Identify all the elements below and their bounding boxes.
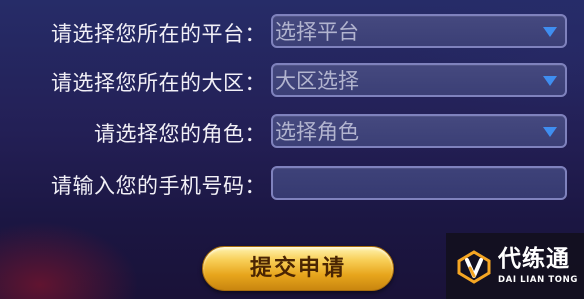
dropdown-arrow-icon[interactable] [543,127,557,137]
dropdown-arrow-icon[interactable] [543,27,557,37]
platform-row: 请选择您所在的平台： 选择平台 [0,14,584,54]
submit-button-label: 提交申请 [249,256,346,281]
role-select[interactable]: 选择角色 [271,114,567,148]
phone-label: 请输入您的手机号码： [51,174,266,198]
region-select-value: 大区选择 [275,69,359,93]
platform-select-value: 选择平台 [275,20,359,44]
dropdown-arrow-icon[interactable] [543,76,557,86]
region-row: 请选择您所在的大区： 大区选择 [0,63,584,103]
region-select[interactable]: 大区选择 [271,63,567,97]
role-select-value: 选择角色 [275,120,359,144]
region-label: 请选择您所在的大区： [51,71,266,95]
platform-select[interactable]: 选择平台 [271,14,567,48]
submit-button[interactable]: 提交申请 [202,246,394,291]
phone-input[interactable] [271,166,567,200]
platform-label: 请选择您所在的平台： [51,22,266,46]
role-row: 请选择您的角色： 选择角色 [0,114,584,154]
dailiantong-logo-icon [457,250,491,284]
logo-subtitle: DAI LIAN TONG [498,275,578,285]
phone-row: 请输入您的手机号码： [0,166,584,206]
role-label: 请选择您的角色： [94,122,266,146]
dailiantong-watermark: 代练通 DAI LIAN TONG [446,233,584,299]
logo-name: 代练通 [498,246,570,272]
